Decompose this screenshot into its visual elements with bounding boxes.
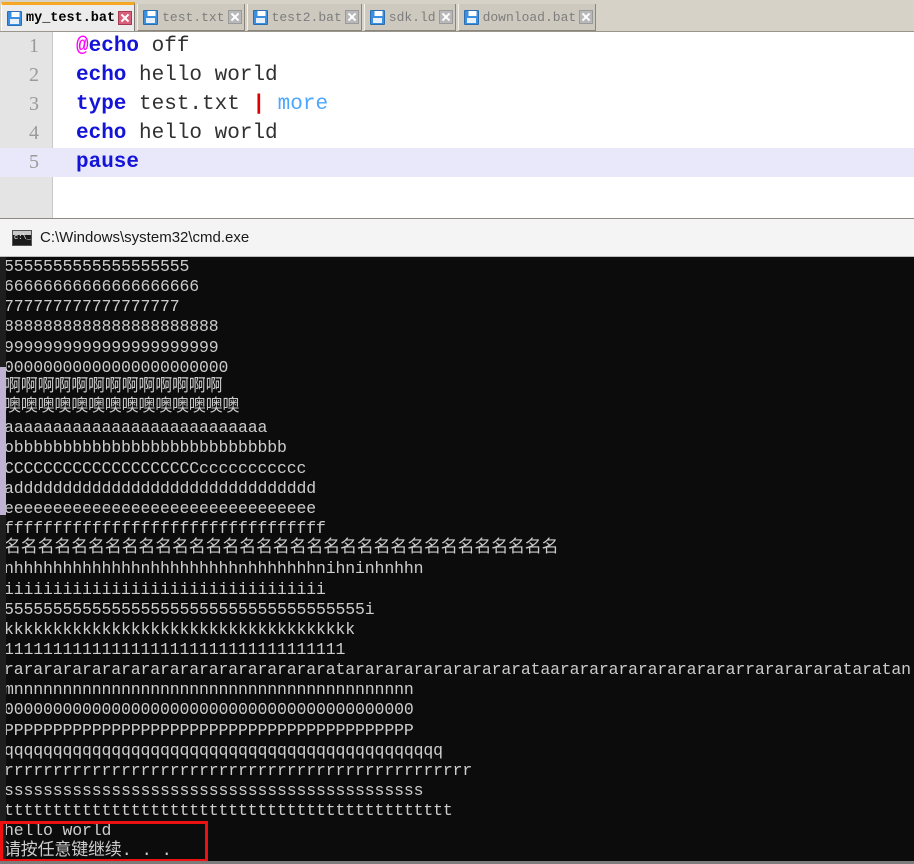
console-line: addddddddddddddddddddddddddddddd <box>4 478 317 498</box>
tab-label: sdk.ld <box>388 9 436 25</box>
console-line: 9999999999999999999999 <box>4 337 219 357</box>
console-line: mnnnnnnnnnnnnnnnnnnnnnnnnnnnnnnnnnnnnnnn… <box>4 680 414 700</box>
close-icon[interactable] <box>438 10 453 24</box>
console-line: qqqqqqqqqqqqqqqqqqqqqqqqqqqqqqqqqqqqqqqq… <box>4 740 443 760</box>
console-line-list: 5555555555555555555 66666666666666666666 7… <box>4 257 912 862</box>
console-line: 名名名名名名名名名名名名名名名名名名名名名名名名名名名名名名名名名 <box>4 539 559 559</box>
code-line[interactable]: 1 @echo off <box>0 32 914 61</box>
console-line: kkkkkkkkkkkkkkkkkkkkkkkkkkkkkkkkkkkk <box>4 619 356 639</box>
console-line: eeeeeeeeeeeeeeeeeeeeeeeeeeeeeeee <box>4 498 317 518</box>
tab-my-test-bat[interactable]: my_test.bat <box>1 2 136 31</box>
console-line: aaaaaaaaaaaaaaaaaaaaaaaaaaa <box>4 418 268 438</box>
code-line[interactable]: 3 type test.txt | more <box>0 90 914 119</box>
code-token: more <box>277 93 329 116</box>
application-window: my_test.bat test.txt test2.bat sdk.ld do… <box>0 0 914 864</box>
code-token: pause <box>76 151 140 174</box>
cmd-console-output[interactable]: 5555555555555555555 66666666666666666666 7… <box>0 257 914 864</box>
console-line: rrrrrrrrrrrrrrrrrrrrrrrrrrrrrrrrrrrrrrrr… <box>4 760 473 780</box>
close-icon[interactable] <box>227 10 242 24</box>
console-line: 0000000000000000000000000000000000000000… <box>4 700 414 720</box>
code-editor[interactable]: 1 @echo off 2 echo hello world 3 type test.tx… <box>0 31 914 219</box>
cmd-console-icon <box>12 229 32 246</box>
tab-label: my_test.bat <box>26 10 116 26</box>
console-line: PPPPPPPPPPPPPPPPPPPPPPPPPPPPPPPPPPPPPPPP… <box>4 720 414 740</box>
console-line: 00000000000000000000000 <box>4 357 229 377</box>
console-line: 噢噢噢噢噢噢噢噢噢噢噢噢噢噢 <box>4 398 240 418</box>
tab-sdk-ld[interactable]: sdk.ld <box>363 4 456 31</box>
floppy-disk-icon <box>143 9 159 25</box>
floppy-disk-icon <box>252 9 268 25</box>
console-scrollbar[interactable] <box>0 257 6 864</box>
line-number: 5 <box>29 151 39 173</box>
floppy-disk-icon <box>369 9 385 25</box>
close-icon[interactable] <box>344 10 359 24</box>
tab-label: download.bat <box>482 9 577 25</box>
console-line: 啊啊啊啊啊啊啊啊啊啊啊啊啊 <box>4 377 223 397</box>
editor-tab-bar: my_test.bat test.txt test2.bat sdk.ld do… <box>0 0 914 31</box>
tab-label: test2.bat <box>271 9 342 25</box>
console-line: CCCCCCCCCCCCCCCCCCCCccccccccccc <box>4 458 307 478</box>
code-token: @ <box>76 35 89 58</box>
console-scrollbar-thumb[interactable] <box>0 367 6 515</box>
tab-test2-bat[interactable]: test2.bat <box>246 4 362 31</box>
code-line-text: pause <box>46 148 914 177</box>
console-line: rararararararararararararararararatarara… <box>4 660 911 680</box>
close-icon[interactable] <box>118 11 133 25</box>
line-number: 4 <box>29 122 39 144</box>
console-line: 777777777777777777 <box>4 297 180 317</box>
code-line-text: type test.txt | more <box>46 90 914 119</box>
code-line[interactable]: 4 echo hello world <box>0 119 914 148</box>
code-token: hello world <box>126 122 278 145</box>
code-line-text: echo hello world <box>46 61 914 90</box>
tab-download-bat[interactable]: download.bat <box>457 4 597 31</box>
console-line: iiiiiiiiiiiiiiiiiiiiiiiiiiiiiiiii <box>4 579 326 599</box>
console-line: 11111111111111111111111111111111111 <box>4 639 346 659</box>
console-line: 66666666666666666666 <box>4 277 200 297</box>
floppy-disk-icon <box>463 9 479 25</box>
code-token: echo <box>76 122 127 145</box>
line-number: 3 <box>29 93 39 115</box>
console-line: ssssssssssssssssssssssssssssssssssssssss… <box>4 781 424 801</box>
code-token: | <box>252 93 266 116</box>
console-line: 5555555555555555555 <box>4 257 190 276</box>
code-token: echo <box>76 64 127 87</box>
code-token: hello world <box>126 64 278 87</box>
console-line: hello world <box>4 821 112 841</box>
code-line[interactable]: 2 echo hello world <box>0 61 914 90</box>
code-token: test.txt <box>126 93 253 116</box>
console-line: tttttttttttttttttttttttttttttttttttttttt… <box>4 801 453 821</box>
code-token: type <box>76 93 127 116</box>
tab-test-txt[interactable]: test.txt <box>137 4 245 31</box>
console-line: nhhhhhhhhhhhhhnhhhhhhhhhnhhhhhhhnihninhn… <box>4 559 424 579</box>
tab-label: test.txt <box>162 9 225 25</box>
console-line: 5555555555555555555555555555555555555i <box>4 599 375 619</box>
console-line: 8888888888888888888888 <box>4 317 219 337</box>
code-token: off <box>139 35 190 58</box>
console-line: fffffffffffffffffffffffffffffffff <box>4 519 326 539</box>
line-number: 2 <box>29 64 39 86</box>
code-text-area[interactable]: 1 @echo off 2 echo hello world 3 type test.tx… <box>0 32 914 218</box>
cmd-window-title-bar[interactable]: C:\Windows\system32\cmd.exe <box>0 219 914 257</box>
code-line-text: @echo off <box>46 32 914 61</box>
code-line[interactable]: 5 pause <box>0 148 914 177</box>
code-line-text: echo hello world <box>46 119 914 148</box>
console-line: 请按任意键继续. . . <box>4 841 172 861</box>
cmd-window-title: C:\Windows\system32\cmd.exe <box>40 229 250 246</box>
close-icon[interactable] <box>579 10 594 24</box>
line-number: 1 <box>29 35 39 57</box>
console-line: obbbbbbbbbbbbbbbbbbbbbbbbbbbb <box>4 438 287 458</box>
floppy-disk-icon <box>7 10 22 26</box>
code-token: echo <box>88 35 140 58</box>
